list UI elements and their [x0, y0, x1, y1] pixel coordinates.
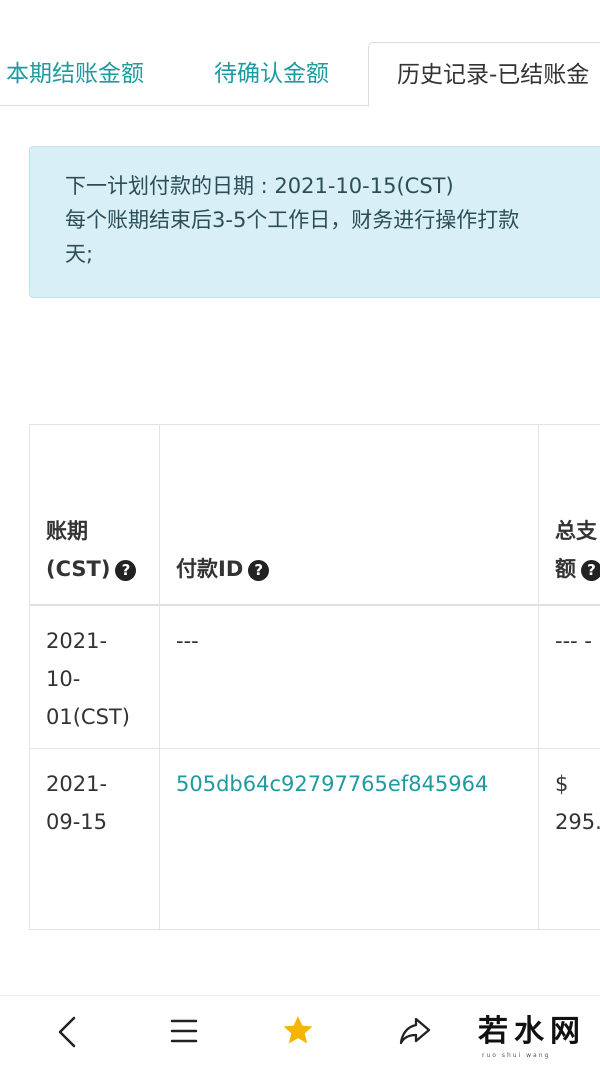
question-icon[interactable]: ? — [248, 560, 270, 581]
period-text: 10- — [46, 667, 81, 691]
column-header-period: 账期 (CST)? — [30, 425, 160, 604]
tab-history-settled[interactable]: 历史记录-已结账金 — [368, 42, 600, 107]
notice-next-payment-date: 下一计划付款的日期 : 2021-10-15(CST) — [65, 174, 454, 198]
favorite-button[interactable] — [280, 1012, 320, 1052]
payment-id-link[interactable]: 505db64c92797765ef845964 — [176, 765, 488, 803]
payment-id-cell: --- — [160, 606, 539, 748]
browser-bottom-bar: 若水网 ruo shui wang — [0, 995, 600, 1065]
back-icon — [58, 1016, 76, 1048]
period-header-label: 账期 — [46, 519, 88, 543]
payment-notice: 下一计划付款的日期 : 2021-10-15(CST) 每个账期结束后3-5个工… — [29, 146, 600, 298]
table-header: 账期 (CST)? 付款ID? 总支 额? — [30, 425, 600, 606]
tab-pending-confirmation[interactable]: 待确认金额 — [214, 42, 329, 106]
notice-processing-info-tail: 天; — [65, 242, 94, 266]
period-header-timezone: (CST) — [46, 557, 111, 581]
watermark-subtitle: ruo shui wang — [482, 1052, 551, 1059]
payment-id-header-label: 付款ID — [176, 557, 244, 581]
period-text: 09-15 — [46, 810, 108, 834]
total-amount-cell: --- - — [539, 606, 600, 748]
period-text: 2021- — [46, 629, 108, 653]
question-icon[interactable]: ? — [115, 560, 137, 581]
watermark-logo: 若水网 — [478, 1014, 586, 1049]
total-header-label-tail: 额 — [555, 557, 576, 581]
share-button[interactable] — [396, 1012, 436, 1052]
total-amount-cell: $ 295. — [539, 749, 600, 929]
period-cell: 2021- 09-15 — [30, 749, 160, 929]
total-amount-text: 295. — [555, 810, 600, 834]
tab-current-settlement[interactable]: 本期结账金额 — [6, 42, 144, 106]
column-header-payment-id: 付款ID? — [160, 425, 539, 604]
share-icon — [399, 1017, 431, 1045]
page: 本期结账金额 待确认金额 历史记录-已结账金 下一计划付款的日期 : 2021-… — [0, 0, 600, 1065]
payment-id-cell: 505db64c92797765ef845964 — [160, 749, 539, 929]
payment-id-text: --- — [176, 629, 199, 653]
tab-bar: 本期结账金额 待确认金额 历史记录-已结账金 — [0, 0, 600, 107]
period-cell: 2021- 10- 01(CST) — [30, 606, 160, 748]
total-header-label: 总支 — [555, 519, 597, 543]
currency-symbol: $ — [555, 772, 569, 796]
column-header-total-amount: 总支 额? — [539, 425, 600, 604]
notice-processing-info: 每个账期结束后3-5个工作日，财务进行操作打款 — [65, 208, 520, 232]
table-row: 2021- 09-15 505db64c92797765ef845964 $ 2… — [30, 749, 600, 930]
total-amount-text: --- - — [555, 629, 592, 653]
period-text: 01(CST) — [46, 705, 130, 729]
menu-icon — [170, 1019, 198, 1043]
question-icon[interactable]: ? — [581, 560, 600, 581]
menu-button[interactable] — [166, 1012, 206, 1052]
star-icon — [283, 1016, 313, 1044]
period-text: 2021- — [46, 772, 108, 796]
back-button[interactable] — [48, 1012, 88, 1052]
settlement-history-table: 账期 (CST)? 付款ID? 总支 额? 2021- 10- 01(CST) … — [29, 424, 600, 930]
table-row: 2021- 10- 01(CST) --- --- - — [30, 606, 600, 749]
